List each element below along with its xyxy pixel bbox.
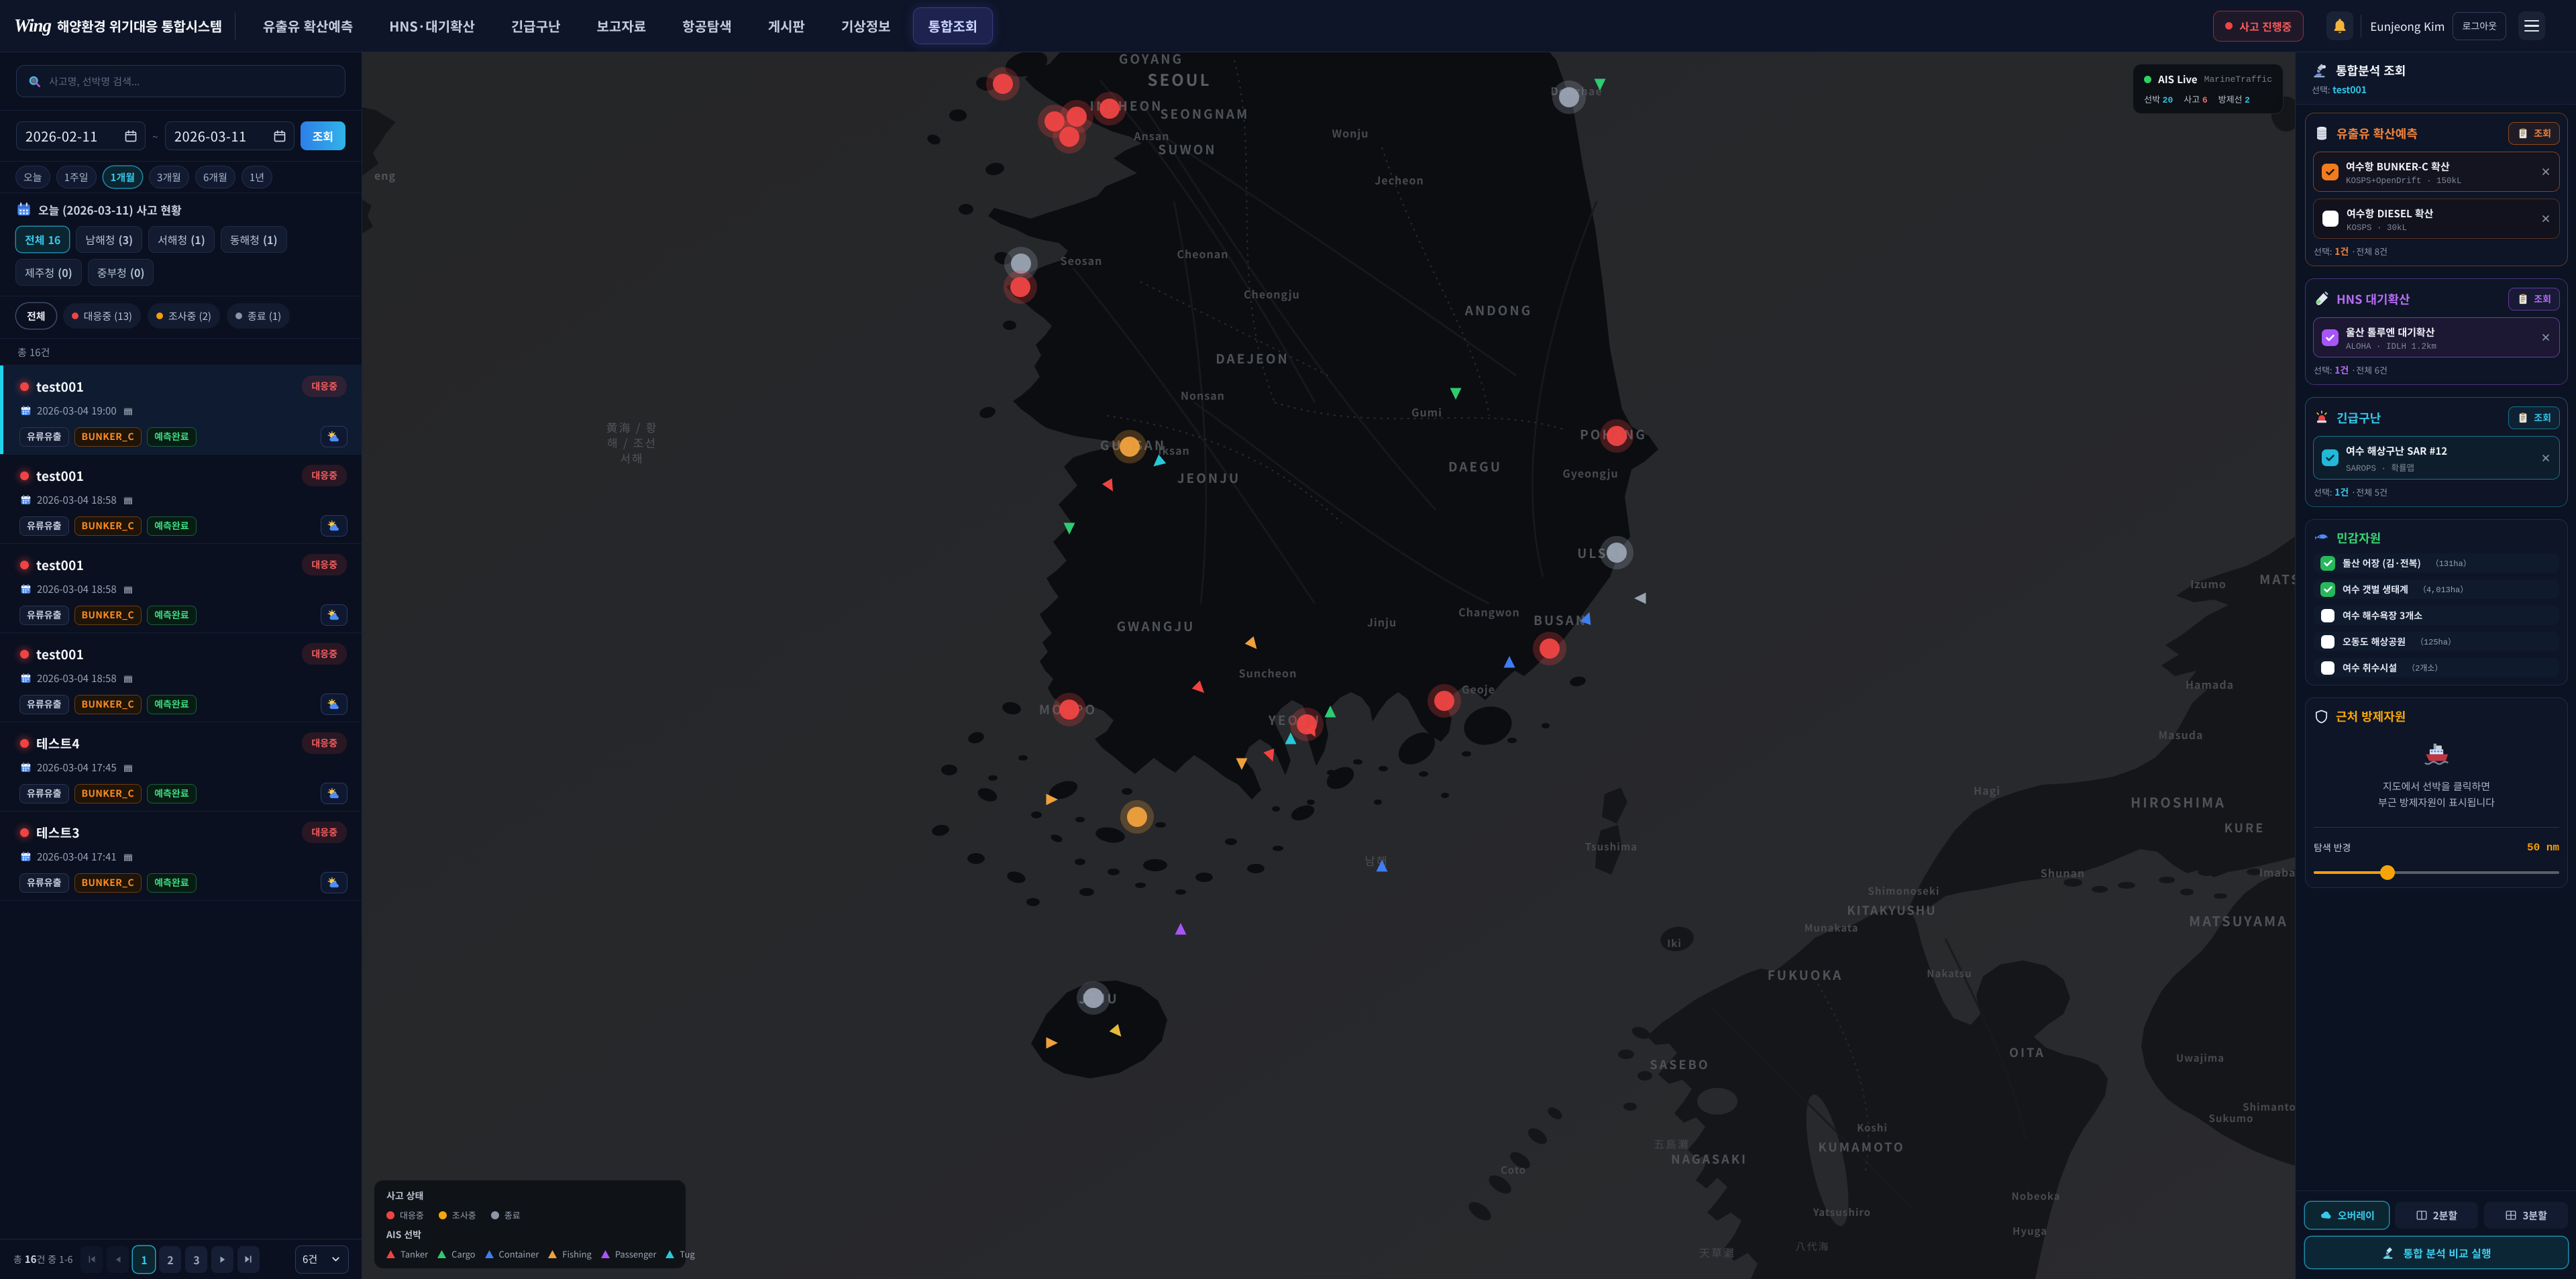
svg-text:Tsushima: Tsushima xyxy=(1585,840,1638,854)
svg-text:OITA: OITA xyxy=(2009,1044,2045,1061)
svg-text:Wonju: Wonju xyxy=(1332,125,1368,141)
svg-text:Koshi: Koshi xyxy=(1857,1121,1888,1135)
svg-text:NAGASAKI: NAGASAKI xyxy=(1671,1150,1748,1168)
svg-text:해 / 조선: 해 / 조선 xyxy=(607,434,657,451)
svg-text:JEONJU: JEONJU xyxy=(1177,469,1240,487)
svg-text:SEOUL: SEOUL xyxy=(1147,67,1211,91)
svg-text:Hagi: Hagi xyxy=(1974,782,2000,798)
svg-text:Iki: Iki xyxy=(1667,936,1682,950)
svg-text:GOYANG: GOYANG xyxy=(1119,52,1183,68)
svg-text:Nobeoka: Nobeoka xyxy=(2011,1189,2060,1203)
svg-text:Uwajima: Uwajima xyxy=(2176,1051,2224,1065)
svg-text:Changwon: Changwon xyxy=(1458,604,1520,620)
svg-text:GWANGJU: GWANGJU xyxy=(1117,617,1195,635)
svg-text:Jinju: Jinju xyxy=(1367,614,1397,630)
svg-text:Nakatsu: Nakatsu xyxy=(1927,966,1972,981)
svg-text:HIROSHIMA: HIROSHIMA xyxy=(2131,792,2226,812)
svg-text:Masuda: Masuda xyxy=(2159,726,2204,742)
svg-text:FUKUOKA: FUKUOKA xyxy=(1768,966,1843,984)
svg-text:SASEBO: SASEBO xyxy=(1650,1056,1709,1073)
svg-text:Seosan: Seosan xyxy=(1061,252,1103,268)
svg-text:Hamada: Hamada xyxy=(2186,676,2234,692)
svg-text:Cheongju: Cheongju xyxy=(1244,286,1300,302)
svg-text:Munakata: Munakata xyxy=(1805,921,1859,935)
svg-text:Imabari: Imabari xyxy=(2259,864,2295,880)
svg-text:Cheonan: Cheonan xyxy=(1177,245,1228,262)
svg-text:서해: 서해 xyxy=(620,449,643,466)
svg-text:天草灘: 天草灘 xyxy=(1699,1244,1735,1260)
svg-text:KUMAMOTO: KUMAMOTO xyxy=(1818,1138,1904,1156)
svg-text:Nonsan: Nonsan xyxy=(1181,387,1225,403)
svg-text:ANDONG: ANDONG xyxy=(1464,301,1532,319)
svg-text:Shimonoseki: Shimonoseki xyxy=(1868,884,1940,898)
svg-text:八代海: 八代海 xyxy=(1795,1239,1829,1254)
svg-text:KITAKYUSHU: KITAKYUSHU xyxy=(1847,901,1937,919)
svg-text:Yatsushiro: Yatsushiro xyxy=(1813,1205,1871,1219)
svg-text:DAEGU: DAEGU xyxy=(1448,457,1502,476)
svg-text:Suncheon: Suncheon xyxy=(1239,665,1297,681)
svg-text:Gyeongju: Gyeongju xyxy=(1562,465,1618,481)
svg-text:Coto: Coto xyxy=(1501,1163,1526,1177)
svg-text:SEONGNAM: SEONGNAM xyxy=(1161,105,1250,123)
svg-text:黄海 / 황: 黄海 / 황 xyxy=(606,419,658,435)
svg-text:Shunan: Shunan xyxy=(2041,865,2085,881)
svg-text:Iksan: Iksan xyxy=(1158,442,1190,458)
svg-text:DAEJEON: DAEJEON xyxy=(1216,349,1289,368)
svg-text:Hyuga: Hyuga xyxy=(2012,1224,2047,1238)
svg-text:MATSUE: MATSUE xyxy=(2259,570,2295,588)
svg-text:Jecheon: Jecheon xyxy=(1375,172,1424,188)
svg-text:Sukumo: Sukumo xyxy=(2208,1111,2253,1125)
svg-text:BUSAN: BUSAN xyxy=(1534,611,1587,629)
svg-text:Ansan: Ansan xyxy=(1133,127,1169,144)
svg-text:五島灘: 五島灘 xyxy=(1654,1135,1690,1152)
svg-text:KURE: KURE xyxy=(2224,819,2265,836)
svg-text:eng: eng xyxy=(374,167,396,183)
svg-text:Gumi: Gumi xyxy=(1411,404,1442,420)
svg-text:MATSUYAMA: MATSUYAMA xyxy=(2189,911,2288,930)
svg-text:Geoje: Geoje xyxy=(1462,681,1495,697)
svg-text:Izumo: Izumo xyxy=(2190,575,2226,592)
